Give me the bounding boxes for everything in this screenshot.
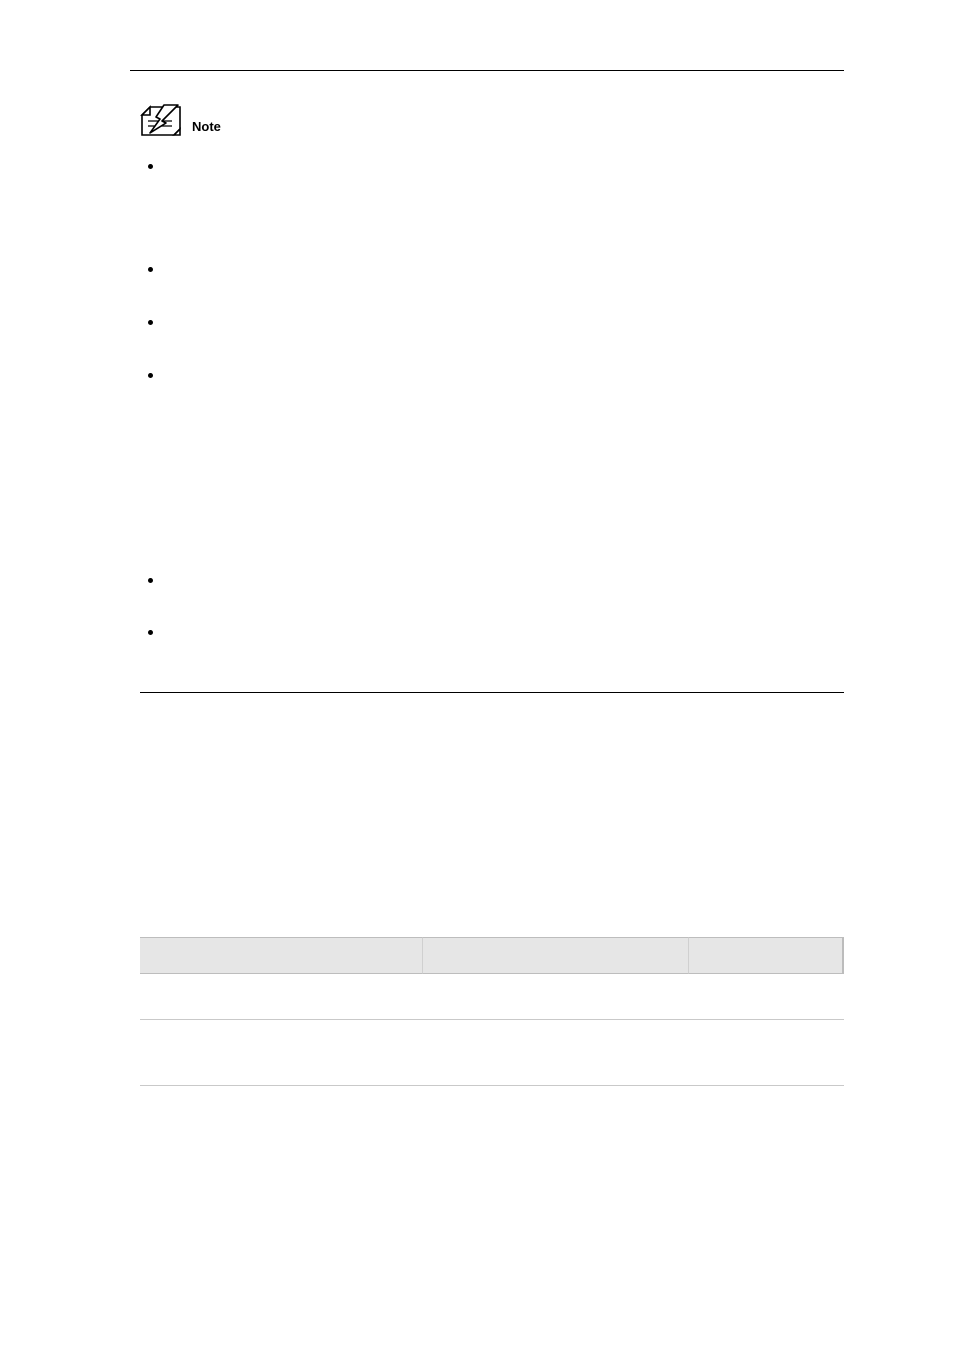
line [170, 647, 844, 672]
table-head [140, 937, 844, 974]
table-row [140, 974, 844, 1020]
section-gap [130, 693, 844, 923]
line [170, 490, 844, 515]
list-item [140, 364, 844, 567]
line [170, 258, 844, 283]
line [170, 594, 844, 619]
line [170, 364, 844, 389]
page: Note &nbp; [0, 0, 954, 1126]
top-rule [130, 70, 844, 71]
table-cell [140, 1020, 422, 1087]
data-table [140, 937, 844, 1086]
line [170, 414, 844, 439]
table-row [140, 1020, 844, 1087]
note-block: Note &nbp; [140, 103, 844, 672]
line [170, 284, 844, 309]
table-header-cell [140, 937, 422, 974]
line [170, 516, 844, 541]
note-header: Note [140, 103, 844, 137]
line [170, 206, 844, 231]
line [170, 155, 844, 180]
table-header-row [140, 937, 844, 974]
list-item [140, 569, 844, 620]
table-cell [689, 974, 844, 1020]
line [170, 311, 844, 336]
table-cell [689, 1020, 844, 1087]
line [170, 569, 844, 594]
table-cell [422, 974, 690, 1020]
line [170, 440, 844, 465]
line [170, 336, 844, 361]
table-header-cell [422, 937, 690, 974]
line [170, 465, 844, 490]
note-label: Note [192, 120, 221, 137]
table-body [140, 974, 844, 1086]
line [170, 541, 844, 566]
line [170, 621, 844, 646]
list-item: &nbp; [140, 155, 844, 256]
table-cell [140, 974, 422, 1020]
note-icon [140, 103, 184, 137]
list-item [140, 311, 844, 362]
table-header-cell [689, 937, 844, 974]
table-cell [422, 1020, 690, 1087]
list-item [140, 258, 844, 309]
list-item [140, 621, 844, 672]
line [170, 389, 844, 414]
line [170, 180, 844, 205]
note-bullet-list: &nbp; [140, 155, 844, 672]
table-wrap [140, 937, 844, 1086]
line: &nbp; [170, 231, 844, 256]
